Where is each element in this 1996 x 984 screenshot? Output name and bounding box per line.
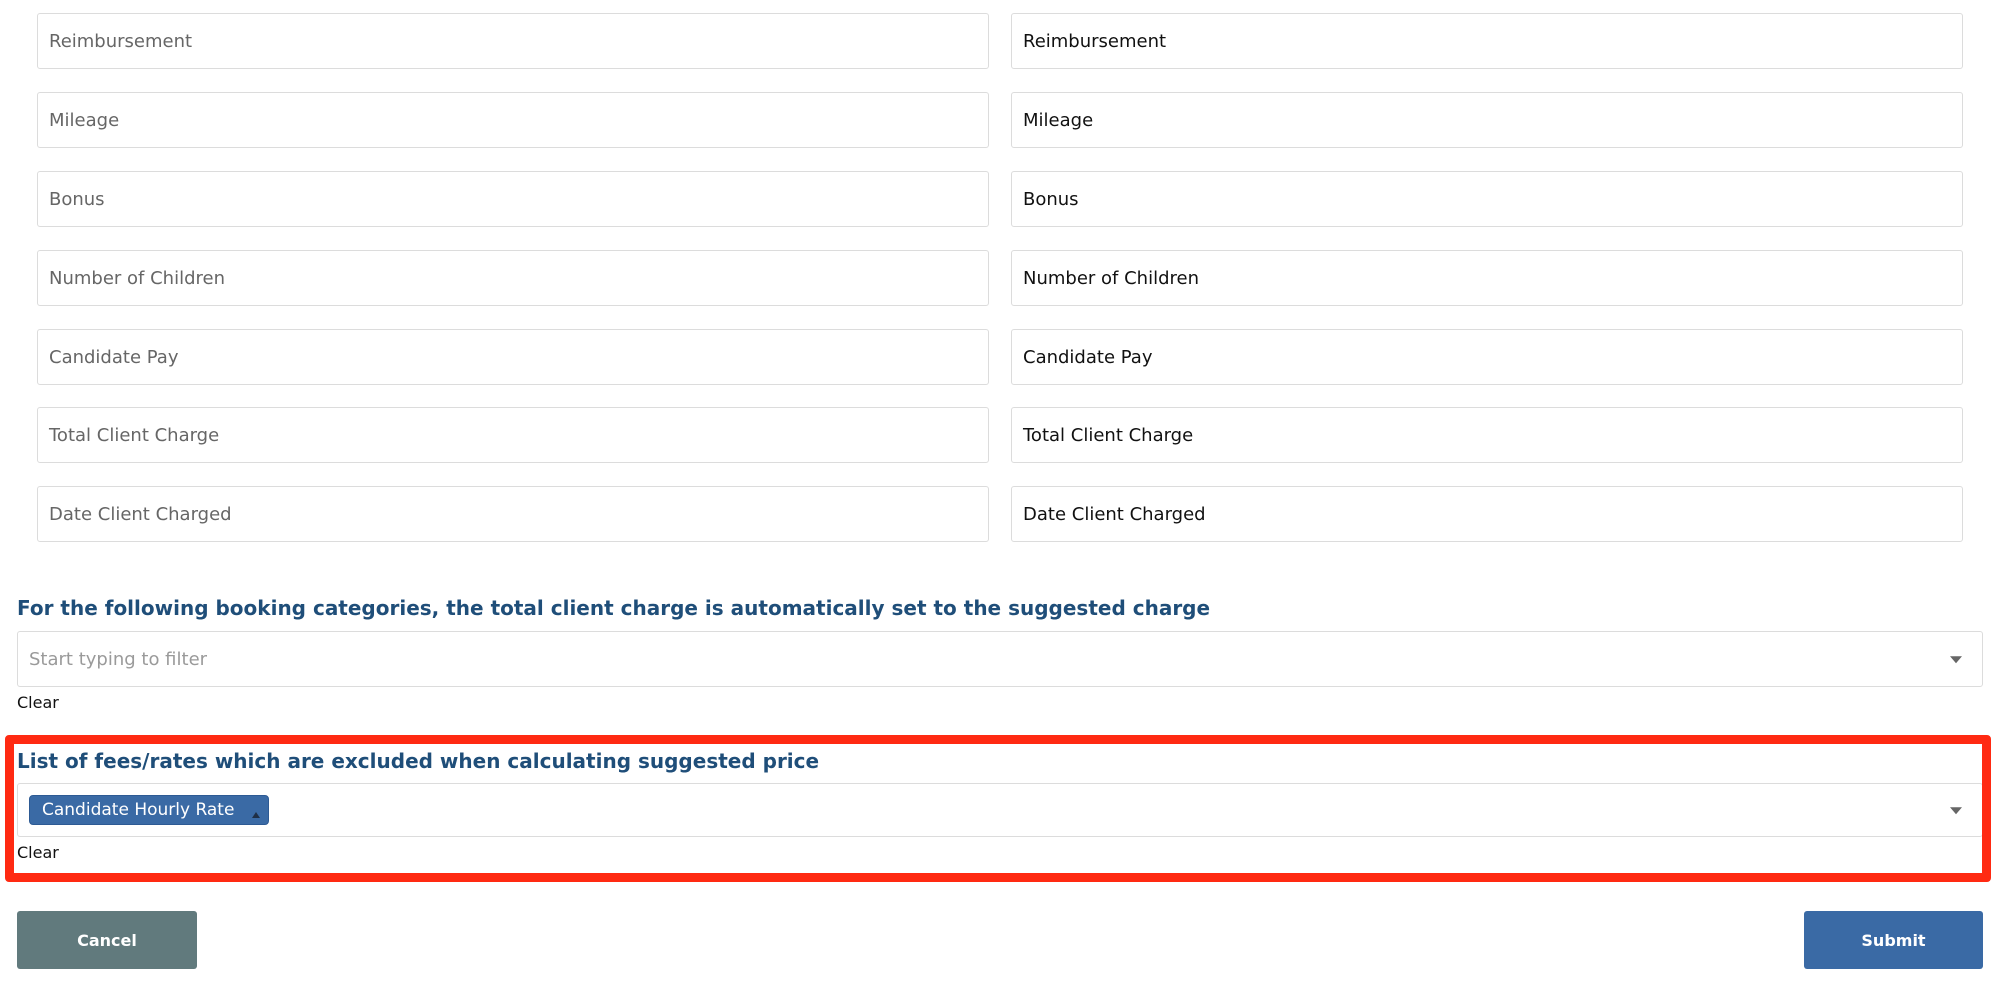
total-client-charge-field-left[interactable]: Total Client Charge (37, 407, 989, 463)
field-text: Number of Children (49, 267, 225, 289)
mileage-field-right[interactable]: Mileage (1011, 92, 1963, 148)
candidate-pay-field-left[interactable]: Candidate Pay (37, 329, 989, 385)
excluded-fees-title: List of fees/rates which are excluded wh… (17, 749, 820, 773)
field-text: Date Client Charged (49, 503, 232, 525)
remove-tag-icon[interactable] (252, 812, 261, 818)
field-text: Candidate Pay (49, 346, 179, 368)
total-client-charge-field-right[interactable]: Total Client Charge (1011, 407, 1963, 463)
field-text: Mileage (1023, 109, 1094, 131)
bonus-field-left[interactable]: Bonus (37, 171, 989, 227)
mileage-field-left[interactable]: Mileage (37, 92, 989, 148)
field-text: Candidate Pay (1023, 346, 1153, 368)
field-text: Reimbursement (1023, 30, 1167, 52)
cancel-button[interactable]: Cancel (17, 911, 197, 969)
date-client-charged-field-left[interactable]: Date Client Charged (37, 486, 989, 542)
field-text: Mileage (49, 109, 120, 131)
selected-tag[interactable]: Candidate Hourly Rate (29, 795, 270, 825)
submit-button[interactable]: Submit (1804, 911, 1983, 969)
chevron-down-icon[interactable] (1950, 656, 1962, 664)
bonus-field-right[interactable]: Bonus (1011, 171, 1963, 227)
field-text: Bonus (1023, 188, 1079, 210)
excluded-fees-clear-link[interactable]: Clear (17, 843, 59, 862)
reimbursement-field-right[interactable]: Reimbursement (1011, 13, 1963, 69)
candidate-pay-field-right[interactable]: Candidate Pay (1011, 329, 1963, 385)
field-text: Number of Children (1023, 267, 1199, 289)
field-text: Total Client Charge (49, 424, 220, 446)
number-of-children-field-right[interactable]: Number of Children (1011, 250, 1963, 306)
excluded-fees-select[interactable]: Candidate Hourly Rate (17, 783, 1983, 837)
booking-categories-placeholder: Start typing to filter (29, 648, 208, 670)
booking-categories-clear-link[interactable]: Clear (17, 693, 59, 712)
reimbursement-field-left[interactable]: Reimbursement (37, 13, 989, 69)
field-text: Bonus (49, 188, 105, 210)
number-of-children-field-left[interactable]: Number of Children (37, 250, 989, 306)
form-page: Reimbursement Mileage Bonus Number of Ch… (0, 0, 1996, 984)
field-text: Reimbursement (49, 30, 193, 52)
field-text: Date Client Charged (1023, 503, 1206, 525)
field-text: Total Client Charge (1023, 424, 1194, 446)
chevron-down-icon[interactable] (1950, 807, 1962, 815)
tag-label: Candidate Hourly Rate (42, 800, 235, 820)
booking-categories-title: For the following booking categories, th… (17, 596, 1211, 620)
date-client-charged-field-right[interactable]: Date Client Charged (1011, 486, 1963, 542)
booking-categories-select[interactable]: Start typing to filter (17, 631, 1983, 687)
